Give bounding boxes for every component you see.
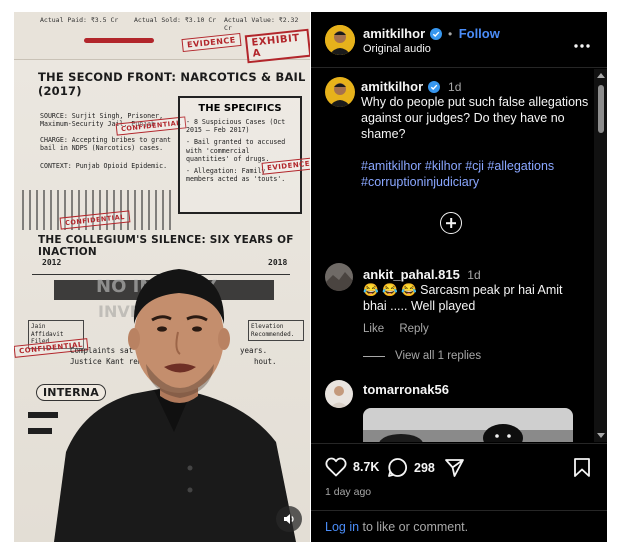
comment-time[interactable]: 1d	[467, 268, 480, 282]
avatar-image	[325, 263, 353, 291]
comment-username[interactable]: ankit_pahal.815	[363, 267, 460, 282]
caption-author-avatar[interactable]	[325, 77, 355, 107]
share-button[interactable]	[444, 457, 465, 483]
comment-count[interactable]: 298	[414, 461, 435, 475]
comments-scrollbar[interactable]	[594, 69, 607, 442]
view-replies-button[interactable]: View all 1 replies	[395, 350, 481, 362]
comment-username[interactable]: tomarronak56	[363, 382, 449, 397]
author-avatar[interactable]	[325, 25, 355, 55]
load-more-comments-icon[interactable]	[440, 212, 462, 234]
avatar-image	[325, 25, 355, 55]
speaker-icon	[284, 514, 294, 524]
paper-plane-share-icon	[445, 459, 464, 477]
scroll-up-arrow-icon[interactable]	[597, 73, 605, 78]
separator-dot: •	[448, 27, 453, 41]
like-action[interactable]: 8.7K	[325, 457, 379, 477]
audio-toggle-button[interactable]	[276, 506, 302, 532]
author-username[interactable]: amitkilhor	[363, 26, 425, 41]
caption-hashtags[interactable]: #amitkilhor #kilhor #cji #allegations #c…	[361, 158, 593, 190]
caption-username[interactable]: amitkilhor	[361, 79, 423, 94]
bookmark-icon	[574, 458, 590, 477]
caption-text: Why do people put such false allegations…	[361, 95, 589, 141]
commenter-avatar[interactable]	[325, 263, 353, 291]
comment-header: tomarronak56	[363, 381, 449, 399]
follow-button[interactable]: Follow	[459, 26, 500, 41]
more-options-button[interactable]	[573, 36, 591, 48]
save-button[interactable]	[573, 457, 591, 483]
login-prompt-text: to like or comment.	[359, 520, 469, 534]
scroll-down-arrow-icon[interactable]	[597, 433, 605, 438]
post-actions-footer: 8.7K 298 1 day ago Log in to like or com…	[311, 443, 607, 542]
avatar-image	[325, 380, 353, 408]
login-prompt: Log in to like or comment.	[311, 510, 607, 543]
comment-attached-image[interactable]	[363, 408, 573, 442]
like-count[interactable]: 8.7K	[353, 460, 379, 474]
attached-image-content	[363, 408, 573, 442]
comment-actions: Like Reply	[363, 323, 429, 335]
post-media-video[interactable]: Actual Paid: ₹3.5 Cr Actual Sold: ₹3.10 …	[14, 12, 310, 542]
post-header: amitkilhor • Follow Original audio	[311, 12, 607, 68]
caption-time[interactable]: 1d	[448, 80, 461, 94]
comment-bubble-icon[interactable]	[387, 457, 408, 478]
login-link[interactable]: Log in	[325, 520, 359, 534]
comment-reply-button[interactable]: Reply	[399, 323, 428, 335]
view-replies-line	[363, 356, 385, 357]
author-line: amitkilhor • Follow	[363, 25, 500, 43]
post-panel: amitkilhor • Follow Original audio amitk…	[311, 12, 607, 542]
more-horizontal-icon	[574, 44, 590, 48]
verified-badge-icon	[429, 28, 442, 40]
verified-badge-icon	[427, 81, 440, 93]
comment-action[interactable]: 298	[387, 457, 435, 478]
original-audio-link[interactable]: Original audio	[363, 43, 431, 55]
avatar-image	[325, 77, 355, 107]
scrollbar-thumb[interactable]	[598, 85, 604, 133]
comment-text: 😂 😂 😂 Sarcasm peak pr hai Amit bhai ....…	[363, 283, 563, 313]
presenter-figure	[54, 269, 296, 542]
comments-scroll-area[interactable]: amitkilhor 1d Why do people put such fal…	[311, 69, 607, 442]
commenter-avatar[interactable]	[325, 380, 353, 408]
comment-like-button[interactable]: Like	[363, 323, 384, 335]
post-timestamp: 1 day ago	[325, 486, 372, 498]
heart-icon[interactable]	[325, 457, 347, 477]
